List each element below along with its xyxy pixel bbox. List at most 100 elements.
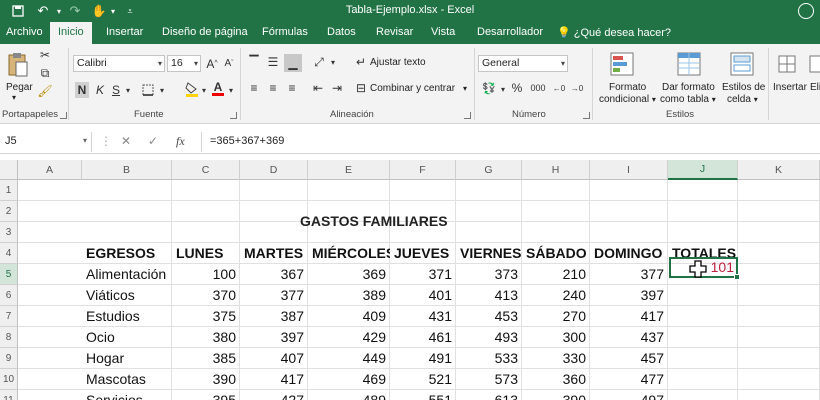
row-label-cell[interactable]: Mascotas <box>82 369 172 390</box>
currency-format-icon[interactable]: 💱 <box>480 80 498 96</box>
value-cell[interactable]: 300 <box>522 327 590 348</box>
row-label-cell[interactable]: Alimentación <box>82 264 172 285</box>
value-cell[interactable]: 390 <box>522 390 590 400</box>
select-all-corner[interactable] <box>0 160 18 180</box>
row-label-cell[interactable]: Servicios <box>82 390 172 400</box>
value-cell[interactable]: 385 <box>172 348 240 369</box>
value-cell[interactable]: 210 <box>522 264 590 285</box>
tab-desarrollador[interactable]: Desarrollador <box>477 26 543 38</box>
value-cell[interactable]: 613 <box>456 390 522 400</box>
value-cell[interactable]: 417 <box>590 306 668 327</box>
value-cell[interactable]: 375 <box>172 306 240 327</box>
fill-color-icon[interactable] <box>184 80 200 98</box>
format-as-table-line1[interactable]: Dar formato <box>662 82 715 93</box>
delete-cells-icon[interactable] <box>808 50 820 78</box>
shrink-font-icon[interactable]: Aˇ <box>222 55 236 72</box>
spreadsheet-grid[interactable]: ABCDEFGHIJK 1 2 3 4 5 6 7 8 9 10 11 GASTOS FAMILIA… <box>0 160 820 400</box>
enter-icon[interactable]: ✓ <box>148 134 158 148</box>
clipboard-launcher-icon[interactable] <box>60 112 67 119</box>
align-top-icon[interactable]: ▔ <box>246 54 262 70</box>
row-label-cell[interactable]: Viáticos <box>82 285 172 306</box>
value-cell[interactable]: 369 <box>308 264 390 285</box>
value-cell[interactable]: 457 <box>590 348 668 369</box>
number-launcher-icon[interactable] <box>583 112 590 119</box>
value-cell[interactable]: 521 <box>390 369 456 390</box>
comma-style-button[interactable]: 000 <box>527 80 549 96</box>
row-header-1[interactable]: 1 <box>0 180 18 201</box>
tab-archivo[interactable]: Archivo <box>6 26 43 38</box>
value-cell[interactable]: 453 <box>456 306 522 327</box>
more-options-icon[interactable]: ⋮ <box>100 134 112 148</box>
header-cell[interactable]: LUNES <box>172 243 240 264</box>
header-cell[interactable]: DOMINGO <box>590 243 668 264</box>
tab-revisar[interactable]: Revisar <box>376 26 413 38</box>
value-cell[interactable]: 407 <box>240 348 308 369</box>
value-cell[interactable]: 431 <box>390 306 456 327</box>
value-cell[interactable]: 573 <box>456 369 522 390</box>
row-label-cell[interactable]: Hogar <box>82 348 172 369</box>
format-painter-icon[interactable]: 🖌 <box>37 84 52 98</box>
percent-button[interactable]: % <box>510 80 524 96</box>
column-header-b[interactable]: B <box>82 160 172 180</box>
cancel-icon[interactable]: ✕ <box>121 134 131 148</box>
align-center-icon[interactable]: ≡ <box>265 80 281 96</box>
row-header-5[interactable]: 5 <box>0 264 18 285</box>
cut-icon[interactable]: ✂ <box>38 48 52 62</box>
value-cell[interactable]: 373 <box>456 264 522 285</box>
row-label-cell[interactable]: Ocio <box>82 327 172 348</box>
value-cell[interactable]: 489 <box>308 390 390 400</box>
underline-button[interactable]: S <box>110 82 122 98</box>
grow-font-icon[interactable]: A ^ <box>205 55 219 72</box>
alignment-launcher-icon[interactable] <box>464 112 471 119</box>
tab-formulas[interactable]: Fórmulas <box>262 26 308 38</box>
tab-inicio[interactable]: Inicio <box>50 22 92 44</box>
cell-styles-line1[interactable]: Estilos de <box>722 82 765 93</box>
align-left-icon[interactable]: ≡ <box>246 80 262 96</box>
delete-cells-button[interactable]: Eli <box>810 82 820 93</box>
value-cell[interactable]: 397 <box>240 327 308 348</box>
borders-dropdown-icon[interactable]: ▾ <box>158 82 166 98</box>
column-header-f[interactable]: F <box>390 160 456 180</box>
decrease-indent-icon[interactable]: ⇤ <box>310 80 326 96</box>
value-cell[interactable]: 461 <box>390 327 456 348</box>
value-cell[interactable]: 469 <box>308 369 390 390</box>
value-cell[interactable]: 437 <box>590 327 668 348</box>
tab-insertar[interactable]: Insertar <box>106 26 143 38</box>
value-cell[interactable]: 389 <box>308 285 390 306</box>
cell-styles-line2[interactable]: celda ▾ <box>727 94 758 105</box>
row-header-4[interactable]: 4 <box>0 243 18 264</box>
header-cell[interactable]: MIÉRCOLES <box>308 243 390 264</box>
value-cell[interactable]: 360 <box>522 369 590 390</box>
paste-dropdown-icon[interactable]: ▾ <box>12 93 16 102</box>
conditional-format-line1[interactable]: Formato <box>609 82 646 93</box>
font-color-icon[interactable]: A <box>211 80 225 98</box>
tab-vista[interactable]: Vista <box>431 26 455 38</box>
column-header-k[interactable]: K <box>738 160 820 180</box>
font-size-select[interactable]: 16 ▾ <box>167 55 201 72</box>
cell-styles-icon[interactable] <box>728 50 756 78</box>
align-middle-icon[interactable]: ☰ <box>265 54 281 70</box>
column-header-i[interactable]: I <box>590 160 668 180</box>
value-cell[interactable]: 330 <box>522 348 590 369</box>
orientation-dropdown-icon[interactable]: ▾ <box>329 54 337 70</box>
decrease-decimal-icon[interactable]: →0 <box>569 80 585 96</box>
font-launcher-icon[interactable] <box>230 112 237 119</box>
row-header-6[interactable]: 6 <box>0 285 18 306</box>
number-format-select[interactable]: General ▾ <box>478 55 568 72</box>
row-header-7[interactable]: 7 <box>0 306 18 327</box>
value-cell[interactable]: 409 <box>308 306 390 327</box>
column-header-j[interactable]: J <box>668 160 738 180</box>
row-label-cell[interactable]: Estudios <box>82 306 172 327</box>
value-cell[interactable]: 493 <box>456 327 522 348</box>
wrap-text-button[interactable]: Ajustar texto <box>370 57 426 68</box>
value-cell[interactable]: 377 <box>240 285 308 306</box>
borders-icon[interactable] <box>140 82 156 98</box>
insert-cells-button[interactable]: Insertar <box>773 82 807 93</box>
align-right-icon[interactable]: ≡ <box>284 80 300 96</box>
insert-function-icon[interactable]: fx <box>176 134 185 149</box>
row-header-2[interactable]: 2 <box>0 201 18 222</box>
user-avatar-icon[interactable] <box>798 3 814 19</box>
row-header-3[interactable]: 3 <box>0 222 18 243</box>
header-cell[interactable]: SÁBADO <box>522 243 590 264</box>
value-cell[interactable]: 429 <box>308 327 390 348</box>
